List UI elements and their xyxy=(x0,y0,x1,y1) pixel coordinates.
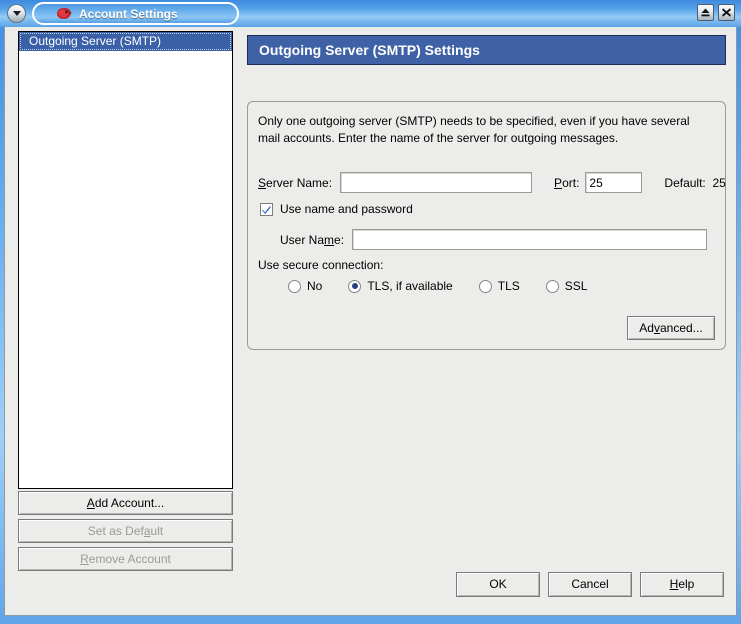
server-name-row: Server Name: Port: Default: 25 xyxy=(258,172,726,193)
radio-selected-dot xyxy=(351,283,358,289)
radio-tls-label: TLS xyxy=(497,279,520,293)
thunderbird-icon xyxy=(57,7,72,19)
cancel-button[interactable]: Cancel xyxy=(548,572,632,597)
accounts-actions: Add Account... Set as Default Remove Acc… xyxy=(18,491,233,575)
close-icon xyxy=(722,8,731,17)
window-title: Account Settings xyxy=(79,6,178,21)
remove-account-label: emove Account xyxy=(88,552,171,566)
add-account-button[interactable]: Add Account... xyxy=(18,491,233,515)
set-as-default-label-post: ult xyxy=(150,524,164,538)
user-name-accel: m xyxy=(324,232,335,247)
port-label-text: ort: xyxy=(562,175,580,190)
smtp-settings-group: Only one outgoing server (SMTP) needs to… xyxy=(247,101,726,350)
use-name-password-row[interactable]: Use name and password xyxy=(260,202,413,216)
add-account-accel: A xyxy=(86,496,95,510)
account-settings-window: Account Settings Outgoing Server (SMTP) xyxy=(0,0,741,624)
port-accel: P xyxy=(554,175,563,190)
use-name-password-label: Use name and password xyxy=(280,202,413,216)
window-controls xyxy=(697,4,735,21)
user-name-label-pre: User Na xyxy=(280,232,325,247)
radio-option-tls[interactable]: TLS xyxy=(478,279,520,293)
remove-account-button[interactable]: Remove Account xyxy=(18,547,233,571)
ok-button[interactable]: OK xyxy=(456,572,540,597)
advanced-label-post: anced... xyxy=(659,321,703,335)
port-default: Default: 25 xyxy=(664,176,725,190)
radio-option-no[interactable]: No xyxy=(288,279,322,293)
server-name-label-text: erver Name: xyxy=(266,175,333,190)
help-button[interactable]: Help xyxy=(640,572,724,597)
server-name-input[interactable] xyxy=(340,172,533,193)
client-area: Outgoing Server (SMTP) Add Account... Se… xyxy=(4,27,737,616)
radio-no-label: No xyxy=(307,279,323,293)
advanced-label-pre: Ad xyxy=(639,321,654,335)
radio-tls-icon[interactable] xyxy=(478,279,492,293)
server-name-accel: S xyxy=(258,175,267,190)
advanced-button[interactable]: Advanced... xyxy=(627,316,715,340)
radio-tls-if-available-label: TLS, if available xyxy=(367,279,453,293)
maximize-button[interactable] xyxy=(697,4,714,21)
radio-tls-if-available-icon[interactable] xyxy=(348,279,362,293)
user-name-row: User Name: xyxy=(280,229,708,250)
smtp-description: Only one outgoing server (SMTP) needs to… xyxy=(258,114,690,145)
window-tab[interactable]: Account Settings xyxy=(32,2,239,25)
secure-connection-options: No TLS, if available TLS SSL xyxy=(288,279,613,293)
set-as-default-label-pre: Set as Def xyxy=(87,524,144,538)
cancel-label: Cancel xyxy=(571,577,609,591)
ok-label: OK xyxy=(489,577,507,591)
radio-ssl-label: SSL xyxy=(564,279,588,293)
titlebar: Account Settings xyxy=(0,0,741,27)
chevron-down-icon xyxy=(12,11,21,16)
dialog-buttons: OK Cancel Help xyxy=(456,572,724,597)
panel-header: Outgoing Server (SMTP) Settings xyxy=(247,35,726,65)
set-as-default-accel: a xyxy=(143,524,151,538)
check-icon xyxy=(262,205,271,214)
remove-account-accel: R xyxy=(80,552,89,566)
eject-icon xyxy=(701,8,710,17)
help-label: elp xyxy=(678,577,695,591)
radio-option-tls-if-available[interactable]: TLS, if available xyxy=(348,279,453,293)
accounts-list[interactable]: Outgoing Server (SMTP) xyxy=(18,31,233,489)
secure-connection-label: Use secure connection: xyxy=(258,258,384,272)
port-input[interactable] xyxy=(585,172,643,193)
radio-ssl-icon[interactable] xyxy=(545,279,559,293)
close-button[interactable] xyxy=(718,4,735,21)
user-name-input[interactable] xyxy=(352,229,708,250)
user-name-label-post: e: xyxy=(334,232,345,247)
radio-no-icon[interactable] xyxy=(288,279,301,293)
port-default-label: Default: xyxy=(664,175,706,190)
set-as-default-button[interactable]: Set as Default xyxy=(18,519,233,543)
list-item-label: Outgoing Server (SMTP) xyxy=(29,34,162,48)
radio-option-ssl[interactable]: SSL xyxy=(545,279,588,293)
add-account-label: dd Account... xyxy=(94,496,165,510)
list-item[interactable]: Outgoing Server (SMTP) xyxy=(19,32,232,51)
use-name-password-checkbox[interactable] xyxy=(260,202,273,216)
server-name-label: Server Name: xyxy=(258,176,332,190)
port-label: Port: xyxy=(554,176,579,190)
port-default-value: 25 xyxy=(712,175,726,190)
window-menu-button[interactable] xyxy=(7,4,26,23)
user-name-label: User Name: xyxy=(280,233,344,247)
